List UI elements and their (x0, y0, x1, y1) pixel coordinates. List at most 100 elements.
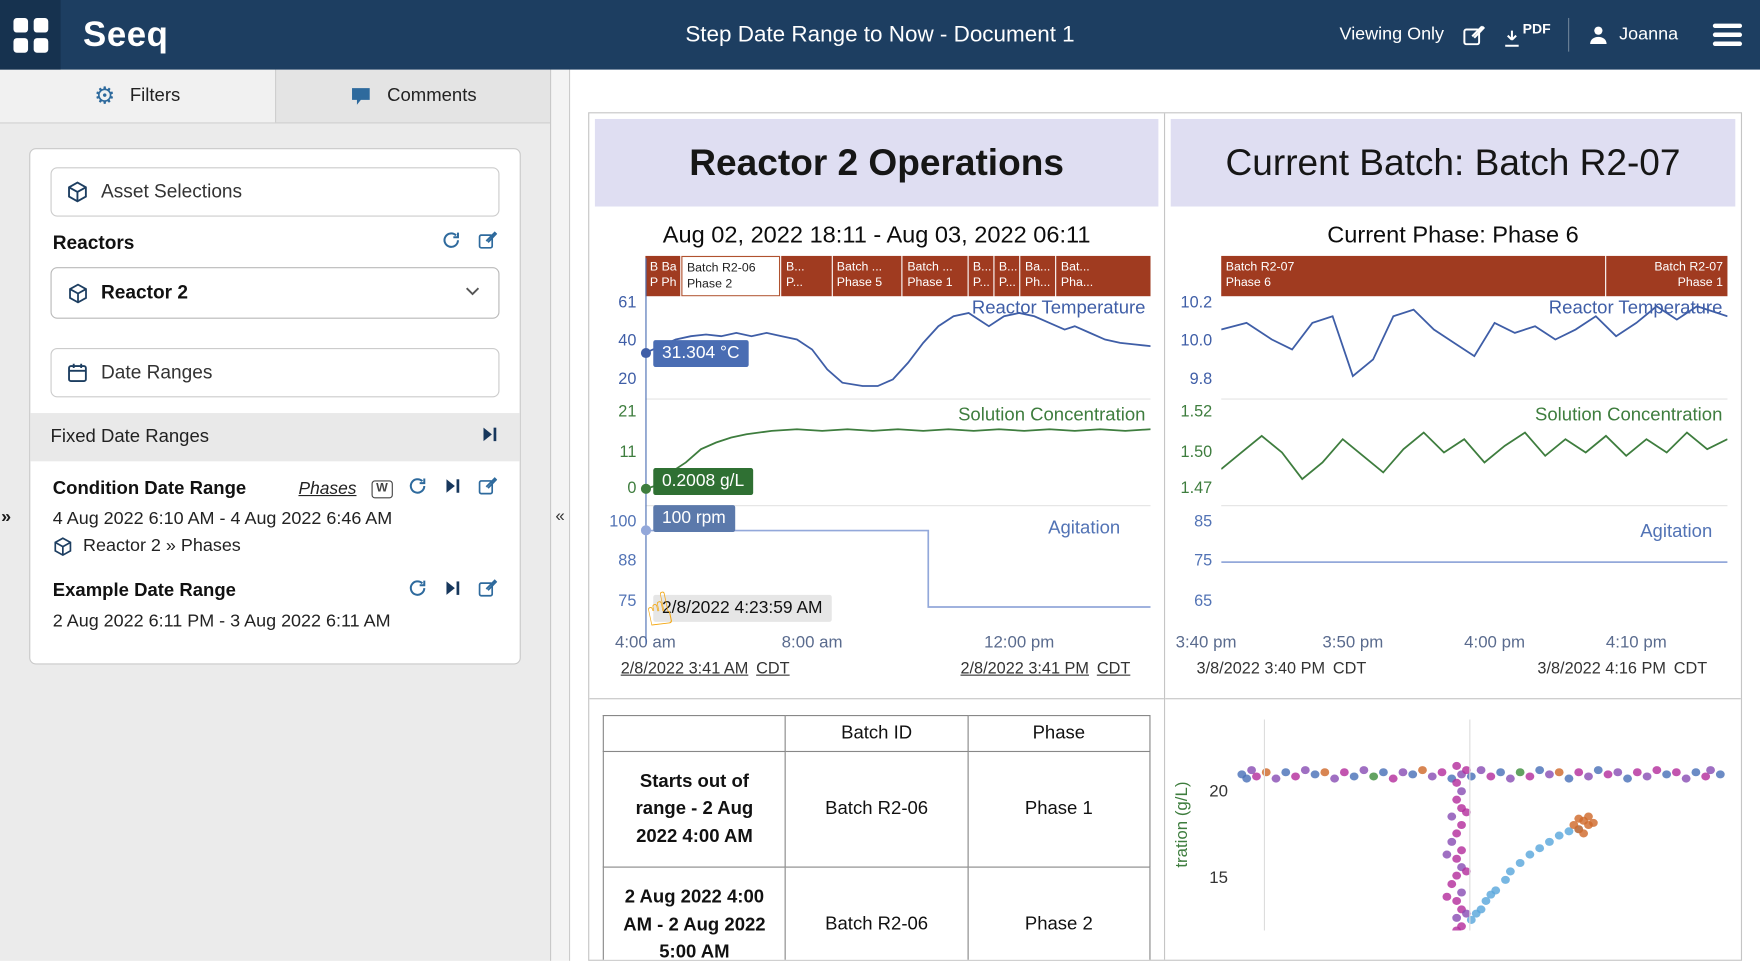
scatter-point (1535, 844, 1544, 852)
table-header (603, 715, 785, 751)
scatter-point (1281, 768, 1290, 776)
edit-asset-icon[interactable] (477, 230, 497, 256)
cursor-line (645, 258, 647, 644)
scatter-y-axis: 2015 (1197, 719, 1237, 930)
scatter-point (1452, 778, 1461, 786)
tab-comments[interactable]: Comments (274, 70, 550, 123)
refresh-asset-icon[interactable] (441, 230, 461, 256)
scatter-point (1584, 812, 1593, 820)
capsule-phase-label: Phase 1 (1611, 275, 1723, 291)
filters-panel: Asset Selections Reactors Reactor 2 (29, 148, 521, 664)
scatter-point (1555, 831, 1564, 839)
scatter-point (1491, 886, 1500, 894)
report-page: Reactor 2 Operations Aug 02, 2022 18:11 … (588, 112, 1742, 961)
y-axis-tick: 0 (627, 480, 636, 498)
scatter-point (1359, 766, 1368, 774)
chart-end-time-link[interactable]: 2/8/2022 3:41 PM (960, 660, 1089, 678)
series-label: Agitation (1048, 518, 1120, 539)
user-icon (1585, 22, 1610, 47)
capsule-phase-label: Ph... (1025, 275, 1051, 291)
phases-link[interactable]: Phases (298, 479, 356, 499)
gridline (1264, 719, 1265, 930)
capsule: Batch R2-06Phase 2 (681, 255, 780, 295)
export-pdf-button[interactable]: PDF (1501, 21, 1550, 48)
reactor-operations-trend-chart: B BaP PhBatch R2-06Phase 2B...P...Batch … (594, 255, 1151, 655)
scatter-point (1633, 768, 1642, 776)
y-axis-tick: 9.8 (1190, 370, 1213, 388)
capsule-bar: B BaP PhBatch R2-06Phase 2B...P...Batch … (645, 255, 1150, 295)
table-row-range: 2 Aug 2022 4:00 AM - 2 Aug 2022 5:00 AM (603, 867, 785, 960)
scatter-point (1340, 768, 1349, 776)
y-axis-tick: 20 (1209, 781, 1228, 800)
report-column-current-batch: Current Batch: Batch R2-07 Current Phase… (1165, 113, 1741, 959)
scatter-point (1418, 766, 1427, 774)
apps-grid-button[interactable] (0, 0, 61, 70)
y-axis-tick: 61 (618, 294, 636, 312)
y-axis-tick: 20 (618, 370, 636, 388)
capsule-picker-icon[interactable]: W (371, 480, 393, 498)
lane-divider (1221, 505, 1727, 506)
collapse-sidebar-handle[interactable]: « (550, 70, 570, 961)
scatter-point (1496, 768, 1505, 776)
chart-start-timezone: CDT (1333, 660, 1366, 678)
tab-comments-label: Comments (387, 85, 477, 106)
scatter-point (1442, 850, 1451, 858)
scatter-point (1301, 766, 1310, 774)
fixed-date-ranges-label: Fixed Date Ranges (51, 427, 210, 448)
scatter-point (1369, 772, 1378, 780)
example-date-range-item: Example Date Range 2 Aug 2022 6:11 PM - … (51, 563, 500, 645)
scatter-point (1565, 774, 1574, 782)
scatter-point (1574, 814, 1583, 822)
scatter-point (1447, 812, 1456, 820)
tab-filters[interactable]: ⚙ Filters (0, 70, 274, 123)
download-icon (1501, 28, 1521, 48)
edit-example-range-icon[interactable] (477, 578, 497, 604)
capsule-batch-label: Batch ... (837, 259, 897, 275)
capsule-phase-label: P... (973, 275, 989, 291)
hamburger-menu-icon[interactable] (1713, 24, 1742, 46)
series-label: Reactor Temperature (1549, 298, 1723, 319)
chart-end-timezone-link[interactable]: CDT (1097, 660, 1130, 678)
capsule: B...P... (968, 255, 993, 295)
scatter-point (1457, 888, 1466, 896)
scatter-point (1477, 766, 1486, 774)
scatter-point (1447, 837, 1456, 845)
capsule-phase-label: P Ph (650, 275, 676, 291)
capsule-batch-label: Ba... (1025, 259, 1051, 275)
scatter-point (1594, 766, 1603, 774)
y-axis-tick: 40 (618, 332, 636, 350)
step-all-to-end-icon[interactable] (479, 424, 499, 450)
user-menu[interactable]: Joanna (1585, 22, 1678, 47)
step-example-range-icon[interactable] (442, 578, 462, 604)
edit-document-icon[interactable] (1461, 23, 1485, 47)
asset-selections-title: Asset Selections (101, 181, 242, 203)
refresh-example-range-icon[interactable] (407, 578, 427, 604)
scatter-point (1311, 770, 1320, 778)
batch-phase-table: Batch IDPhaseStarts out of range - 2 Aug… (603, 715, 1151, 960)
capsule-batch-label: B Ba (650, 259, 676, 275)
table-cell: Batch R2-06 (786, 867, 968, 960)
chart-start-timezone-link[interactable]: CDT (756, 660, 789, 678)
step-condition-range-icon[interactable] (442, 476, 462, 502)
chart-start-time: 3/8/2022 3:40 PM (1197, 660, 1326, 678)
refresh-condition-range-icon[interactable] (407, 476, 427, 502)
edit-condition-range-icon[interactable] (477, 476, 497, 502)
scatter-point (1272, 774, 1281, 782)
scatter-point (1692, 768, 1701, 776)
capsule-batch-label: Batch ... (907, 259, 962, 275)
left-column-bottom: Batch IDPhaseStarts out of range - 2 Aug… (589, 698, 1164, 960)
expand-panel-handle[interactable]: » (1, 507, 11, 527)
capsule-batch-label: B... (973, 259, 989, 275)
asset-select-dropdown[interactable]: Reactor 2 (51, 267, 500, 319)
capsule: Batch ...Phase 1 (903, 255, 967, 295)
chart-start-time-link[interactable]: 2/8/2022 3:41 AM (621, 660, 749, 678)
series-label: Agitation (1640, 521, 1712, 542)
scatter-point (1526, 772, 1535, 780)
y-axis-tick: 1.47 (1181, 480, 1213, 498)
scatter-point (1535, 766, 1544, 774)
table-header: Phase (968, 715, 1150, 751)
capsule-batch-label: Batch R2-07 (1611, 259, 1723, 275)
scatter-point (1613, 768, 1622, 776)
capsule-phase-label: Phase 1 (907, 275, 962, 291)
example-date-range-value: 2 Aug 2022 6:11 PM - 3 Aug 2022 6:11 AM (53, 612, 497, 632)
